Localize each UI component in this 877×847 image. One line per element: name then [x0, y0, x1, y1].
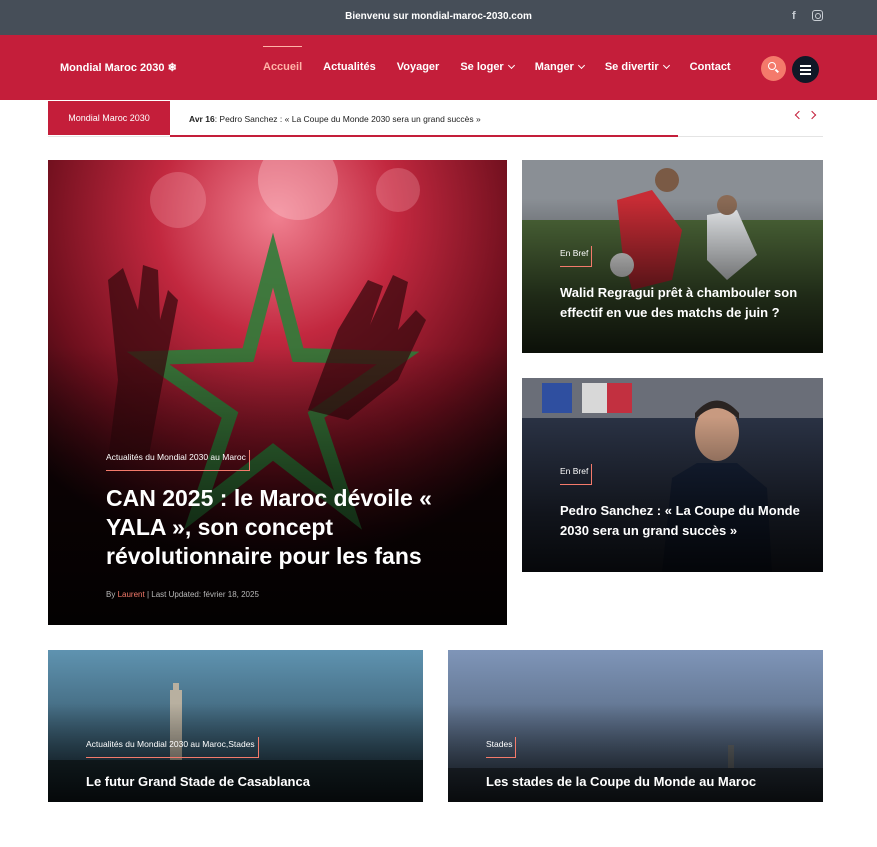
featured-category-tag[interactable]: Actualités du Mondial 2030 au Maroc: [106, 450, 250, 471]
category-label: En Bref: [560, 466, 589, 476]
ticker-label: Mondial Maroc 2030: [48, 101, 170, 135]
category-tag[interactable]: Actualités du Mondial 2030 au Maroc,Stad…: [86, 737, 259, 758]
site-logo[interactable]: Mondial Maroc 2030 ❄: [60, 61, 177, 74]
ticker-date: Avr 16: [189, 114, 215, 124]
top-bar: Bienvenu sur mondial-maroc-2030.com f: [0, 0, 877, 35]
ticker-headline-link[interactable]: Avr 16: Pedro Sanchez : « La Coupe du Mo…: [189, 114, 481, 124]
chevron-down-icon: [507, 61, 515, 70]
nav-item-voyager[interactable]: Voyager: [397, 61, 440, 73]
menu-icon-bar: [800, 73, 811, 75]
featured-article-card[interactable]: Actualités du Mondial 2030 au Maroc CAN …: [48, 160, 507, 625]
side-article-card[interactable]: En Bref Pedro Sanchez : « La Coupe du Mo…: [522, 378, 823, 572]
facebook-icon[interactable]: f: [792, 10, 796, 22]
nav-item-manger[interactable]: Manger: [534, 61, 585, 73]
chevron-down-icon: [662, 61, 670, 70]
nav-label: Contact: [689, 61, 731, 73]
by-label: By: [106, 590, 116, 599]
nav-label: Manger: [534, 61, 574, 73]
article-title[interactable]: Les stades de la Coupe du Monde au Maroc: [486, 774, 756, 789]
ticker-headline: Pedro Sanchez : « La Coupe du Monde 2030…: [219, 114, 481, 124]
last-updated: Last Updated: février 18, 2025: [151, 590, 259, 599]
featured-title[interactable]: CAN 2025 : le Maroc dévoile « YALA », so…: [106, 484, 446, 571]
chevron-right-icon[interactable]: [807, 110, 817, 120]
category-label: Actualités du Mondial 2030 au Maroc: [106, 452, 246, 462]
nav-label: Se divertir: [604, 61, 659, 73]
main-header: Mondial Maroc 2030 ❄ Accueil Actualités …: [0, 35, 877, 100]
nav-label: Accueil: [263, 61, 303, 73]
category-label: Stades: [486, 739, 513, 749]
article-meta: By Laurent | Last Updated: février 18, 2…: [106, 590, 259, 599]
menu-button[interactable]: [792, 56, 819, 83]
ticker-progress: [170, 135, 678, 137]
search-icon-handle: [775, 68, 779, 73]
category-tag[interactable]: En Bref: [560, 246, 593, 267]
article-title[interactable]: Walid Regragui prêt à chambouler son eff…: [560, 283, 800, 323]
nav-item-se-divertir[interactable]: Se divertir: [604, 61, 670, 73]
search-button[interactable]: [761, 56, 786, 81]
welcome-message: Bienvenu sur mondial-maroc-2030.com: [345, 11, 532, 22]
side-article-card[interactable]: En Bref Walid Regragui prêt à chambouler…: [522, 160, 823, 353]
chevron-down-icon: [577, 61, 585, 70]
nav-label: Se loger: [460, 61, 504, 73]
chevron-left-icon[interactable]: [794, 110, 804, 120]
article-title[interactable]: Pedro Sanchez : « La Coupe du Monde 2030…: [560, 501, 800, 541]
main-nav: Accueil Actualités Voyager Se loger Mang…: [263, 46, 752, 73]
author-link[interactable]: Laurent: [118, 590, 145, 599]
nav-item-contact[interactable]: Contact: [690, 61, 731, 73]
category-tag[interactable]: En Bref: [560, 464, 593, 485]
article-title[interactable]: Le futur Grand Stade de Casablanca: [86, 774, 310, 789]
news-ticker: Mondial Maroc 2030 Avr 16: Pedro Sanchez…: [48, 101, 823, 137]
nav-label: Actualités: [323, 61, 376, 73]
nav-item-se-loger[interactable]: Se loger: [460, 61, 515, 73]
bottom-article-card[interactable]: Stades Les stades de la Coupe du Monde a…: [448, 650, 823, 802]
category-label: En Bref: [560, 248, 589, 258]
nav-item-accueil[interactable]: Accueil: [263, 46, 303, 73]
nav-label: Voyager: [396, 61, 440, 73]
category-tag[interactable]: Stades: [486, 737, 517, 758]
menu-icon-bar: [800, 69, 811, 71]
menu-icon: [800, 65, 811, 67]
nav-item-actualites[interactable]: Actualités: [323, 61, 376, 73]
instagram-icon[interactable]: [812, 10, 823, 21]
category-label: Actualités du Mondial 2030 au Maroc,Stad…: [86, 739, 255, 749]
bottom-article-card[interactable]: Actualités du Mondial 2030 au Maroc,Stad…: [48, 650, 423, 802]
